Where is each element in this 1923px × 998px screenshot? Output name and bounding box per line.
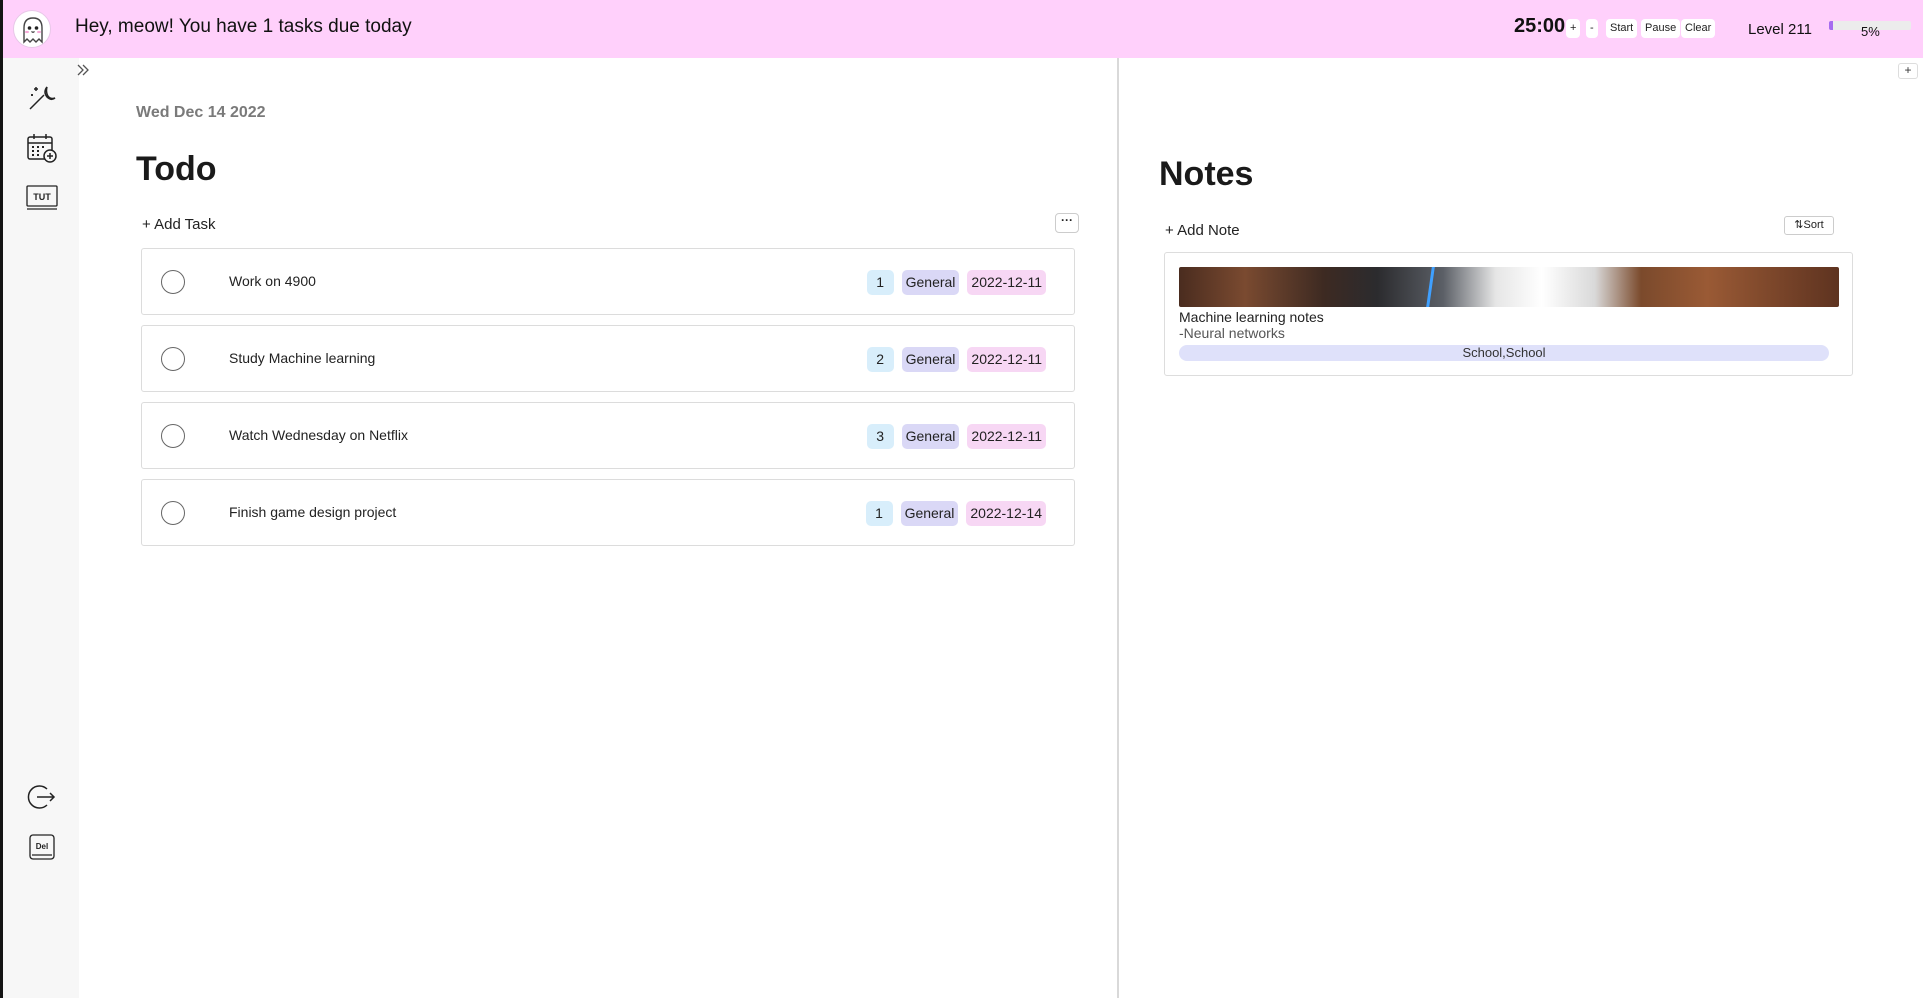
current-date: Wed Dec 14 2022: [136, 104, 266, 121]
priority-tag: 1: [865, 501, 893, 526]
expand-sidebar-icon[interactable]: [76, 63, 92, 79]
task-item[interactable]: Watch Wednesday on Netflix 3 General 202…: [141, 402, 1075, 469]
due-date-tag: 2022-12-11: [967, 424, 1046, 449]
task-name: Finish game design project: [229, 504, 397, 520]
task-name: Work on 4900: [229, 273, 316, 289]
svg-text:Del: Del: [36, 842, 48, 851]
notes-title: Notes: [1159, 155, 1254, 193]
task-name: Watch Wednesday on Netflix: [229, 427, 408, 443]
category-tag: General: [901, 270, 960, 295]
due-date-tag: 2022-12-14: [966, 501, 1046, 526]
priority-tag: 3: [866, 424, 894, 449]
task-item[interactable]: Work on 4900 1 General 2022-12-11: [141, 248, 1075, 315]
sort-notes-button[interactable]: ⇅Sort: [1784, 216, 1834, 235]
due-date-tag: 2022-12-11: [967, 270, 1046, 295]
panel-divider[interactable]: [1117, 58, 1119, 998]
due-date-tag: 2022-12-11: [967, 347, 1046, 372]
tutorial-icon[interactable]: TUT: [25, 180, 59, 214]
note-card[interactable]: Machine learning notes -Neural networks …: [1164, 252, 1853, 376]
calendar-add-icon[interactable]: [25, 131, 59, 165]
more-options-button[interactable]: ···: [1055, 213, 1079, 233]
timer-start-button[interactable]: Start: [1606, 19, 1638, 38]
category-tag: General: [900, 501, 959, 526]
task-item[interactable]: Study Machine learning 2 General 2022-12…: [141, 325, 1075, 392]
add-note-button[interactable]: + Add Note: [1165, 222, 1240, 239]
task-checkbox[interactable]: [161, 347, 185, 371]
greeting-text: Hey, meow! You have 1 tasks due today: [75, 16, 412, 37]
sidebar: TUT Del: [3, 58, 79, 998]
task-checkbox[interactable]: [161, 270, 185, 294]
task-item[interactable]: Finish game design project 1 General 202…: [141, 479, 1075, 546]
logout-icon[interactable]: [25, 780, 59, 814]
category-tag: General: [901, 424, 960, 449]
timer-clear-button[interactable]: Clear: [1681, 19, 1716, 38]
xp-percent: 5%: [1861, 24, 1880, 39]
add-task-button[interactable]: + Add Task: [142, 216, 216, 233]
ghost-logo-icon[interactable]: [13, 10, 51, 48]
task-name: Study Machine learning: [229, 350, 376, 366]
top-bar: Hey, meow! You have 1 tasks due today 25…: [3, 0, 1923, 58]
note-title: Machine learning notes: [1179, 309, 1324, 325]
timer-pause-button[interactable]: Pause: [1641, 19, 1681, 38]
task-checkbox[interactable]: [161, 424, 185, 448]
todo-title: Todo: [136, 150, 217, 188]
note-body: -Neural networks: [1179, 325, 1285, 341]
priority-tag: 1: [866, 270, 894, 295]
priority-tag: 2: [866, 347, 894, 372]
timer-increase-button[interactable]: +: [1566, 19, 1581, 38]
task-checkbox[interactable]: [161, 501, 185, 525]
note-cover-image: [1179, 267, 1839, 307]
category-tag: General: [901, 347, 960, 372]
task-list: Work on 4900 1 General 2022-12-11 Study …: [141, 248, 1075, 556]
note-tags: School,School: [1179, 345, 1829, 361]
delete-account-icon[interactable]: Del: [25, 830, 59, 864]
xp-progress-fill: [1829, 21, 1834, 30]
add-panel-button[interactable]: +: [1898, 63, 1918, 79]
svg-text:TUT: TUT: [33, 192, 51, 202]
timer-decrease-button[interactable]: -: [1586, 19, 1598, 38]
pomodoro-timer: 25:00: [1514, 15, 1566, 37]
theme-toggle-icon[interactable]: [25, 80, 59, 114]
level-label: Level 211: [1748, 21, 1812, 38]
